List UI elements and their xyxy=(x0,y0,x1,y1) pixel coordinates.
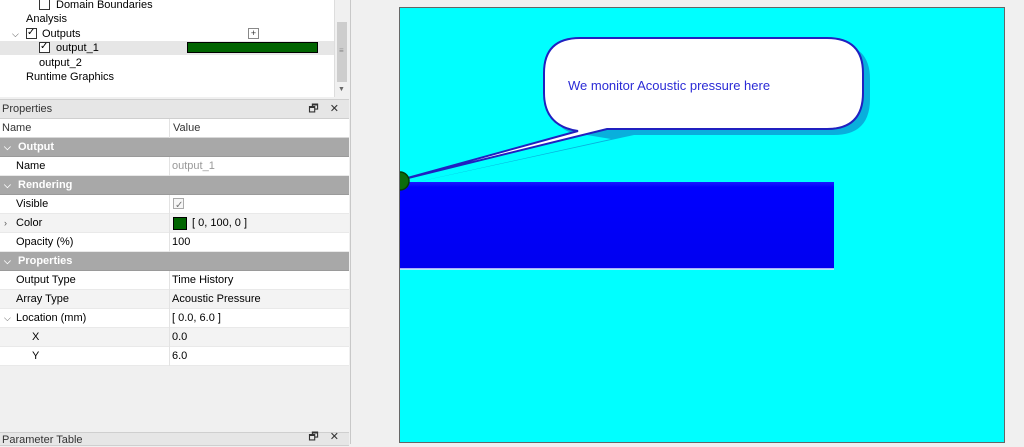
scroll-down-arrow-icon[interactable]: ▼ xyxy=(338,86,345,93)
property-row-location[interactable]: ⌵ Location (mm) [ 0.0, 6.0 ] xyxy=(0,309,349,328)
model-tree: Domain Boundaries Analysis ⌵ ✓ Outputs +… xyxy=(0,0,349,97)
tree-item-label: Domain Boundaries xyxy=(56,0,153,11)
parameter-table-title: Parameter Table xyxy=(2,434,83,446)
tree-item-label: output_2 xyxy=(39,57,82,69)
chevron-down-icon[interactable]: ⌵ xyxy=(4,176,11,195)
group-output[interactable]: ⌵ Output xyxy=(0,138,349,157)
chevron-down-icon[interactable]: ⌵ xyxy=(4,252,11,271)
column-value-header: Value xyxy=(173,122,201,134)
property-row-array-type[interactable]: Array Type Acoustic Pressure xyxy=(0,290,349,309)
scene-graphics xyxy=(400,37,870,270)
property-row-name[interactable]: Name output_1 xyxy=(0,157,349,176)
property-row-x[interactable]: X 0.0 xyxy=(0,328,349,347)
tree-item-domain-boundaries[interactable]: Domain Boundaries xyxy=(0,0,334,12)
simulation-domain[interactable]: We monitor Acoustic pressure here xyxy=(399,7,1005,443)
tree-item-label: Outputs xyxy=(42,28,81,40)
color-swatch[interactable] xyxy=(173,217,187,230)
tree-item-output-1[interactable]: ✓ output_1 xyxy=(0,41,334,55)
left-panel: Domain Boundaries Analysis ⌵ ✓ Outputs +… xyxy=(0,0,351,446)
panel-float-close-icons[interactable]: 🗗 ✕ xyxy=(308,100,343,118)
column-name-header: Name xyxy=(2,122,32,134)
property-row-color[interactable]: › Color [ 0, 100, 0 ] xyxy=(0,214,349,233)
opacity-value[interactable]: 100 xyxy=(172,233,190,252)
visible-checkbox[interactable]: ✓ xyxy=(173,198,184,211)
tree-item-outputs[interactable]: ⌵ ✓ Outputs xyxy=(0,27,334,41)
chevron-down-icon[interactable]: ⌵ xyxy=(4,309,11,328)
properties-table: Name Value ⌵ Output Name output_1 ⌵ Rend… xyxy=(0,119,349,366)
tree-item-label: output_1 xyxy=(56,42,99,54)
chevron-right-icon[interactable]: › xyxy=(4,214,7,233)
properties-panel-title: Properties xyxy=(2,103,53,115)
output-1-checkbox[interactable]: ✓ xyxy=(39,41,50,53)
outputs-checkbox[interactable]: ✓ xyxy=(26,27,37,39)
properties-panel-header: Properties 🗗 ✕ xyxy=(0,99,349,119)
panel-float-close-icons[interactable]: 🗗 ✕ xyxy=(308,430,343,444)
domain-boundaries-checkbox[interactable] xyxy=(39,0,50,10)
y-value[interactable]: 6.0 xyxy=(172,347,187,366)
chevron-down-icon[interactable]: ⌵ xyxy=(12,27,19,41)
properties-column-header: Name Value xyxy=(0,119,349,138)
group-rendering[interactable]: ⌵ Rendering xyxy=(0,176,349,195)
output-type-value[interactable]: Time History xyxy=(172,271,233,290)
callout-bubble xyxy=(400,37,864,181)
group-properties[interactable]: ⌵ Properties xyxy=(0,252,349,271)
property-row-y[interactable]: Y 6.0 xyxy=(0,347,349,366)
property-row-opacity[interactable]: Opacity (%) 100 xyxy=(0,233,349,252)
location-value: [ 0.0, 6.0 ] xyxy=(172,312,221,324)
x-value[interactable]: 0.0 xyxy=(172,328,187,347)
add-output-button[interactable]: + xyxy=(248,28,259,39)
tree-scrollbar[interactable]: ≡ ▼ xyxy=(334,0,349,97)
output-1-color-swatch xyxy=(187,42,318,53)
property-row-output-type[interactable]: Output Type Time History xyxy=(0,271,349,290)
material-block xyxy=(400,182,834,269)
tree-item-label: Runtime Graphics xyxy=(26,71,115,83)
tree-scrollbar-thumb[interactable]: ≡ xyxy=(337,22,347,82)
tree-item-label: Analysis xyxy=(26,13,67,25)
color-value: [ 0, 100, 0 ] xyxy=(192,217,248,229)
chevron-down-icon[interactable]: ⌵ xyxy=(4,138,11,157)
property-row-visible[interactable]: Visible ✓ xyxy=(0,195,349,214)
array-type-value[interactable]: Acoustic Pressure xyxy=(172,290,261,309)
callout-text: We monitor Acoustic pressure here xyxy=(568,78,771,93)
name-value: output_1 xyxy=(172,160,215,172)
graphics-viewport[interactable]: We monitor Acoustic pressure here xyxy=(352,0,1024,444)
